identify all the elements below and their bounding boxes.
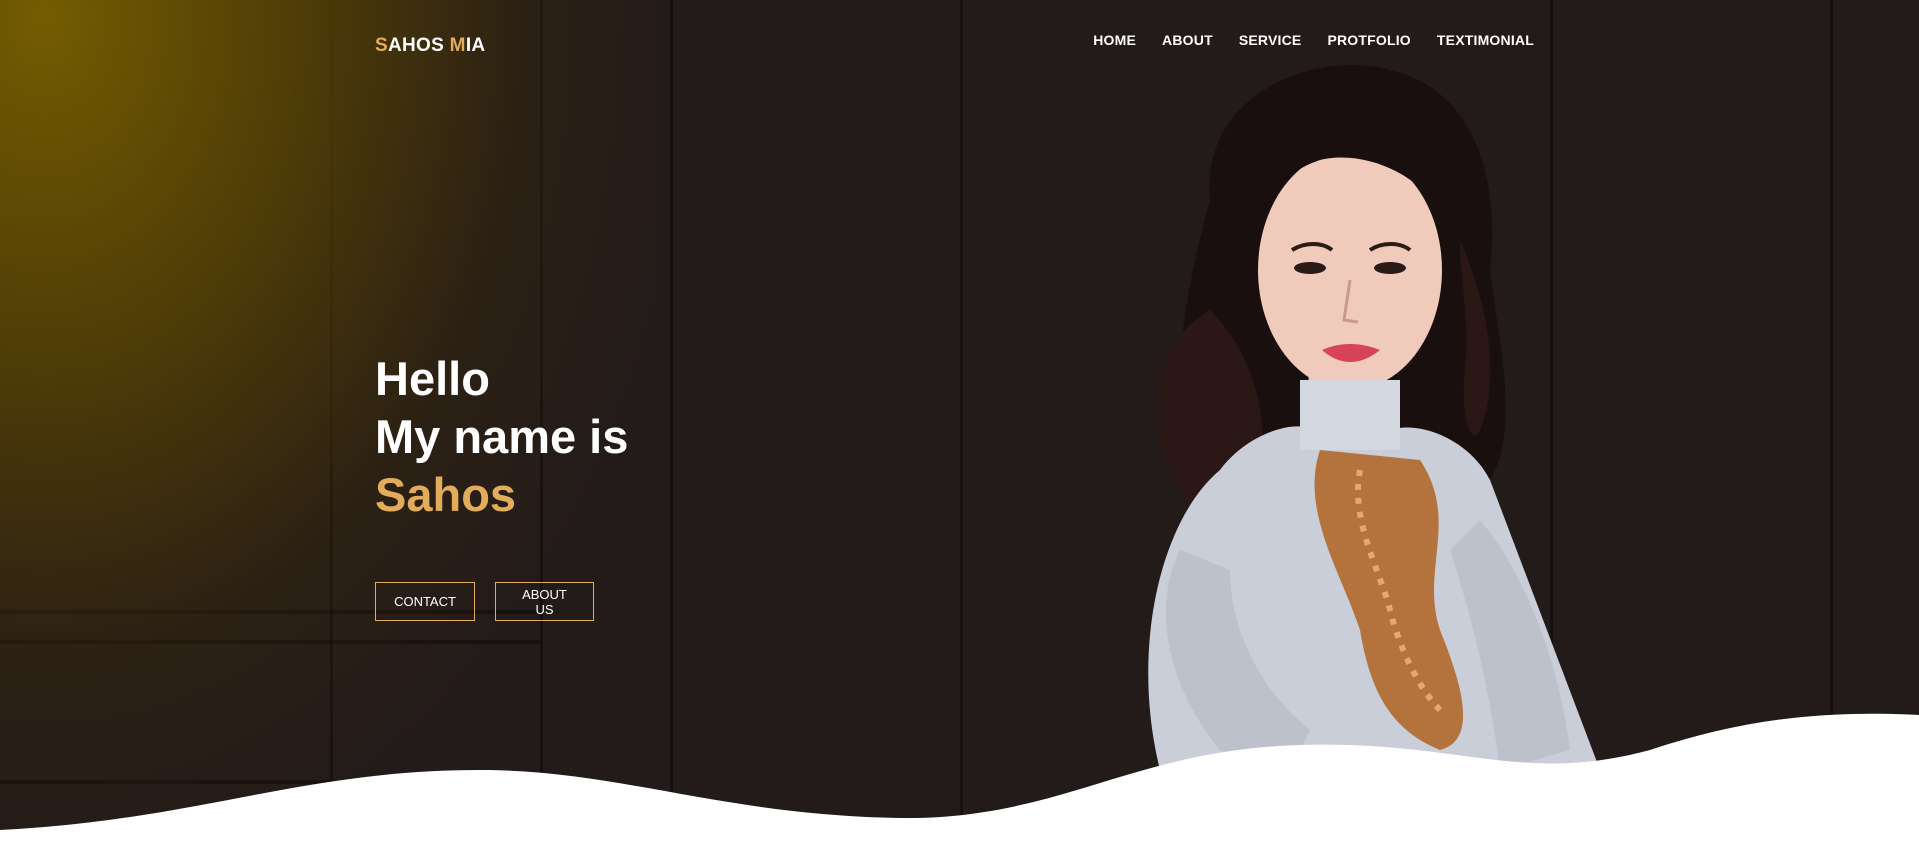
hero-greeting: Hello <box>375 352 490 405</box>
hero-section: SAHOS MIA HOME ABOUT SERVICE PROTFOLIO T… <box>0 0 1919 847</box>
brand-initial-first: S <box>375 35 388 56</box>
brand-initial-second: M <box>449 35 466 56</box>
hero-headline: Hello My name is Sahos <box>375 350 628 524</box>
hero-intro: My name is <box>375 410 629 463</box>
about-us-button[interactable]: ABOUT US <box>495 582 594 621</box>
main-navigation: HOME ABOUT SERVICE PROTFOLIO TEXTIMONIAL <box>1093 30 1534 50</box>
nav-item-portfolio[interactable]: PROTFOLIO <box>1327 30 1410 50</box>
nav-item-home[interactable]: HOME <box>1093 30 1136 50</box>
nav-item-about[interactable]: ABOUT <box>1162 30 1213 50</box>
hero-name: Sahos <box>375 468 517 521</box>
brand-text-second: IA <box>465 35 486 56</box>
brand-logo[interactable]: SAHOS MIA <box>375 35 485 57</box>
nav-item-testimonial[interactable]: TEXTIMONIAL <box>1437 30 1534 50</box>
contact-button[interactable]: CONTACT <box>375 582 475 621</box>
wave-divider <box>0 713 1919 847</box>
nav-item-service[interactable]: SERVICE <box>1239 30 1302 50</box>
brand-text-first: AHOS <box>387 35 450 56</box>
